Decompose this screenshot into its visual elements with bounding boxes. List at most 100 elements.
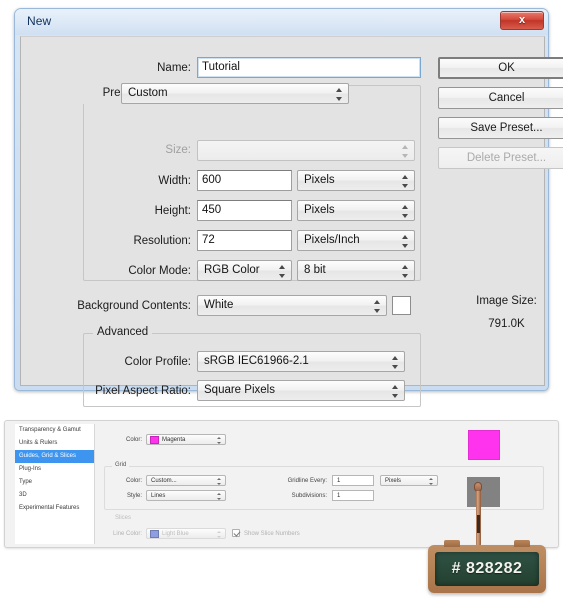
guides-color-label: Color: [125,437,142,443]
width-unit-select[interactable]: Pixels [297,170,415,191]
guides-color-value: Magenta [162,437,186,443]
save-preset-button[interactable]: Save Preset... [438,117,563,139]
sidebar-item-3d[interactable]: 3D [15,489,94,502]
color-profile-select[interactable]: sRGB IEC61966-2.1 [197,351,405,372]
background-contents-select[interactable]: White [197,295,387,316]
slices-line-color-select[interactable]: Light Blue [146,528,226,539]
grid-color-value: Custom... [151,478,177,484]
gridline-every-input[interactable]: 1 [332,475,374,486]
sidebar-item-plug-ins[interactable]: Plug-Ins [15,463,94,476]
pixel-aspect-select[interactable]: Square Pixels [197,380,405,401]
color-profile-value: sRGB IEC61966-2.1 [204,355,309,367]
pixel-aspect-label: Pixel Aspect Ratio: [95,385,191,397]
grid-color-select[interactable]: Custom... [146,475,226,486]
resolution-unit-value: Pixels/Inch [304,234,360,246]
height-input[interactable]: 450 [197,200,292,221]
sidebar-item-units-rulers[interactable]: Units & Rulers [15,437,94,450]
color-depth-select[interactable]: 8 bit [297,260,415,281]
grid-style-label: Style: [126,493,142,499]
resolution-unit-select[interactable]: Pixels/Inch [297,230,415,251]
chevron-updown-icon [402,265,409,278]
sidebar-item-experimental-features[interactable]: Experimental Features [15,502,94,515]
dialog-title: New [27,14,52,28]
name-input[interactable]: Tutorial [197,57,421,78]
image-size-label: Image Size: [476,295,537,307]
sidebar-item-guides-grid-slices[interactable]: Guides, Grid & Slices [15,450,94,463]
chevron-updown-icon [402,235,409,248]
preset-select[interactable]: Custom [121,83,349,104]
show-slice-numbers-label: Show Slice Numbers [244,531,300,537]
sidebar-item-transparency-gamut[interactable]: Transparency & Gamut [15,424,94,437]
magenta-color-chip [150,436,159,444]
background-color-swatch[interactable] [392,296,411,315]
height-label: Height: [154,205,191,217]
grid-color-label: Color: [125,478,142,484]
gridline-every-unit-value: Pixels [385,478,402,484]
grid-style-value: Lines [151,493,166,499]
chevron-updown-icon [374,300,381,313]
color-profile-label: Color Profile: [124,356,191,368]
chevron-updown-icon [217,478,222,485]
width-unit-value: Pixels [304,174,335,186]
resolution-label: Resolution: [133,235,191,247]
slices-line-color-value: Light Blue [162,531,189,537]
delete-preset-button: Delete Preset... [438,147,563,169]
chevron-updown-icon [336,88,343,101]
slices-legend: Slices [112,515,135,521]
subdivisions-label: Subdivisions: [291,493,327,499]
chevron-updown-icon [217,437,222,444]
height-unit-select[interactable]: Pixels [297,200,415,221]
image-size-value: 791.0K [488,318,525,330]
sign-tab-left [444,540,460,547]
dialog-body: Name: Tutorial Preset: Custom Size: Widt… [20,36,563,407]
light-blue-color-chip [150,530,159,538]
chevron-updown-icon [279,265,286,278]
magenta-preview-swatch[interactable] [468,430,500,460]
eyedropper-ink [476,515,480,533]
color-mode-label: Color Mode: [128,265,191,277]
chevron-updown-icon [402,175,409,188]
show-slice-numbers-checkbox[interactable] [232,529,240,537]
gridline-every-unit-select[interactable]: Pixels [380,475,438,486]
size-label: Size: [165,144,191,156]
chevron-updown-icon [392,385,399,398]
gray-preview-swatch[interactable] [467,477,500,507]
pixel-aspect-value: Square Pixels [204,384,275,396]
guides-color-select[interactable]: Magenta [146,434,226,445]
advanced-legend: Advanced [93,326,153,338]
chevron-updown-icon [402,205,409,218]
chevron-updown-icon [402,145,409,158]
background-contents-value: White [204,299,234,311]
name-label: Name: [157,62,191,74]
background-contents-label: Background Contents: [77,300,191,312]
size-select [197,140,415,161]
grid-style-select[interactable]: Lines [146,490,226,501]
chevron-updown-icon [217,493,222,500]
preset-select-value: Custom [128,87,168,99]
cancel-button[interactable]: Cancel [438,87,563,109]
color-depth-value: 8 bit [304,264,326,276]
color-mode-value: RGB Color [204,264,260,276]
chevron-updown-icon [392,356,399,369]
color-mode-select[interactable]: RGB Color [197,260,292,281]
new-document-dialog: New x Name: Tutorial Preset: Custom Size… [14,8,563,407]
width-label: Width: [158,175,191,187]
ok-button[interactable]: OK [438,57,563,79]
width-input[interactable]: 600 [197,170,292,191]
chevron-updown-icon [217,531,222,538]
sign-tab-right [514,540,530,547]
chevron-updown-icon [429,478,434,485]
close-icon[interactable]: x [500,11,544,30]
slices-line-color-label: Line Color: [112,531,142,537]
screenshot-root: New x Name: Tutorial Preset: Custom Size… [0,0,563,600]
gridline-every-label: Gridline Every: [287,478,327,484]
grid-legend: Grid [112,462,130,468]
dialog-titlebar: New x [15,9,548,35]
sidebar-item-type[interactable]: Type [15,476,94,489]
resolution-input[interactable]: 72 [197,230,292,251]
hex-value-text: # 828282 [435,552,539,586]
hex-value-callout: # 828282 [428,540,546,593]
eyedropper-icon [474,482,482,546]
subdivisions-input[interactable]: 1 [332,490,374,501]
preferences-sidebar: Transparency & Gamut Units & Rulers Guid… [15,424,95,544]
